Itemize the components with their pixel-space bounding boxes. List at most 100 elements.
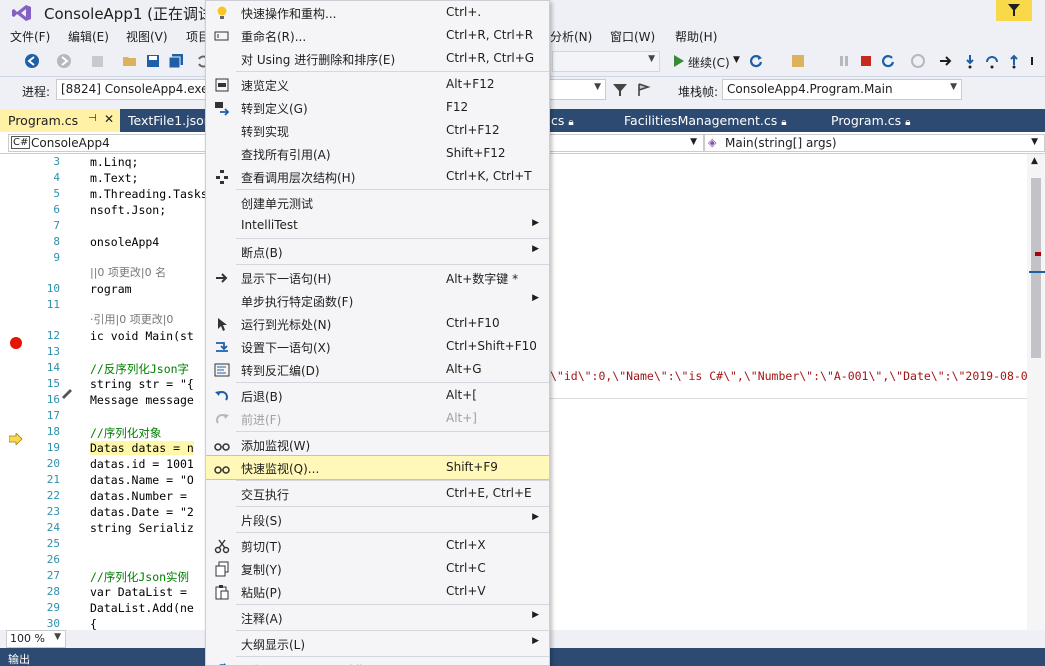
continue-dropdown-icon[interactable]: ▼ xyxy=(733,55,740,65)
menu-item-27[interactable]: 刷新 CodeLens 团队指示器(R) xyxy=(206,658,549,665)
menu-item-20[interactable]: 交互执行 Ctrl+E, Ctrl+E xyxy=(206,482,549,505)
pause-icon[interactable] xyxy=(836,53,852,69)
menu-file[interactable]: 文件(F) xyxy=(10,28,50,45)
tab-program-cs-2[interactable]: Program.cs 🔒︎ xyxy=(823,109,943,132)
back-icon[interactable] xyxy=(24,53,40,69)
menu-item-18[interactable]: 添加监视(W) xyxy=(206,433,549,456)
menu-item-15[interactable]: 转到反汇编(D) Alt+G xyxy=(206,358,549,381)
menu-item-3[interactable]: 速览定义 Alt+F12 xyxy=(206,73,549,96)
restart-icon[interactable] xyxy=(748,53,764,69)
menu-item-25[interactable]: 注释(A) ▶ xyxy=(206,606,549,629)
process-combo-dropdown[interactable]: ▼ xyxy=(550,79,606,100)
menu-item-21[interactable]: 片段(S) ▶ xyxy=(206,508,549,531)
restart-debug-icon[interactable] xyxy=(880,53,896,69)
menu-item-9[interactable]: IntelliTest ▶ xyxy=(206,214,549,237)
save-all-icon[interactable] xyxy=(168,53,184,69)
menu-item-2[interactable]: 对 Using 进行删除和排序(E) Ctrl+R, Ctrl+G xyxy=(206,47,549,70)
scroll-up-icon[interactable]: ▲ xyxy=(1031,156,1038,166)
code-line[interactable]: var DataList = xyxy=(90,585,187,599)
menu-edit[interactable]: 编辑(E) xyxy=(68,28,109,45)
method-icon: ◈ xyxy=(708,136,717,149)
code-line[interactable]: datas.id = 1001 xyxy=(90,457,194,471)
code-line[interactable]: //序列化Json实例 xyxy=(90,569,189,585)
menu-help[interactable]: 帮助(H) xyxy=(675,28,717,45)
open-file-icon[interactable] xyxy=(122,53,138,69)
stackframe-combo[interactable]: ConsoleApp4.Program.Main ▼ xyxy=(722,79,962,100)
tab-label: FacilitiesManagement.cs xyxy=(624,113,778,128)
menu-item-16[interactable]: 后退(B) Alt+[ xyxy=(206,384,549,407)
code-line[interactable]: { xyxy=(90,617,97,630)
menu-item-13[interactable]: 运行到光标处(N) Ctrl+F10 xyxy=(206,312,549,335)
code-line[interactable]: m.Threading.Tasks; xyxy=(90,187,215,201)
hot-reload-icon[interactable] xyxy=(910,53,926,69)
menu-window[interactable]: 窗口(W) xyxy=(610,28,655,45)
code-line[interactable]: ic void Main(st xyxy=(90,329,194,343)
scroll-thumb[interactable] xyxy=(1031,178,1041,358)
menu-item-14[interactable]: 设置下一语句(X) Ctrl+Shift+F10 xyxy=(206,335,549,358)
code-line[interactable]: string str = "{ xyxy=(90,377,194,391)
menu-item-11[interactable]: 显示下一语句(H) Alt+数字键 * xyxy=(206,266,549,289)
menu-item-6[interactable]: 查找所有引用(A) Shift+F12 xyxy=(206,142,549,165)
code-line[interactable]: string Serializ xyxy=(90,521,194,535)
code-line[interactable]: datas.Name = "O xyxy=(90,473,194,487)
breakpoint-icon[interactable] xyxy=(10,337,22,349)
show-next-statement-toolbar-icon[interactable] xyxy=(938,53,954,69)
member-combo[interactable]: ◈ Main(string[] args) ▼ xyxy=(704,134,1045,152)
menu-item-5[interactable]: 转到实现 Ctrl+F12 xyxy=(206,119,549,142)
menu-item-12[interactable]: 单步执行特定函数(F) ▶ xyxy=(206,289,549,312)
zoom-combo[interactable]: 100 % ▼ xyxy=(6,630,66,648)
menu-item-label: 设置下一语句(X) xyxy=(241,341,331,355)
line-number: 26 xyxy=(46,553,60,566)
menu-item-1[interactable]: 重命名(R)... Ctrl+R, Ctrl+R xyxy=(206,24,549,47)
code-line[interactable]: m.Linq; xyxy=(90,155,138,169)
feedback-flag-badge[interactable] xyxy=(996,0,1032,21)
tab-program-cs[interactable]: Program.cs ⊣ ✕ xyxy=(0,109,120,132)
find-icon[interactable] xyxy=(790,53,806,69)
new-project-icon[interactable] xyxy=(90,53,106,69)
menu-item-24[interactable]: 粘贴(P) Ctrl+V xyxy=(206,580,549,603)
code-line[interactable]: DataList.Add(ne xyxy=(90,601,194,615)
continue-button[interactable]: 继续(C) xyxy=(688,54,730,71)
stop-icon[interactable] xyxy=(858,53,874,69)
code-line[interactable]: //反序列化Json字 xyxy=(90,361,189,377)
code-line[interactable]: rogram xyxy=(90,282,132,296)
code-line[interactable]: datas.Number = xyxy=(90,489,187,503)
line-number: 7 xyxy=(53,219,60,232)
menu-analyze[interactable]: 分析(N) xyxy=(550,28,592,45)
tab-textfile1-json[interactable]: TextFile1.json xyxy=(120,109,212,132)
menu-item-22[interactable]: 剪切(T) Ctrl+X xyxy=(206,534,549,557)
step-next-icon[interactable] xyxy=(1028,53,1044,69)
menu-item-8[interactable]: 创建单元测试 xyxy=(206,191,549,214)
thread-flag-icon[interactable] xyxy=(636,82,652,98)
vertical-scrollbar[interactable]: ▲ xyxy=(1027,154,1045,630)
code-line[interactable]: ||0 项更改|0 名 xyxy=(90,264,166,280)
code-line[interactable]: nsoft.Json; xyxy=(90,203,166,217)
code-line[interactable]: Message message xyxy=(90,393,194,407)
menu-item-7[interactable]: 查看调用层次结构(H) Ctrl+K, Ctrl+T xyxy=(206,165,549,188)
menu-item-4[interactable]: 转到定义(G) F12 xyxy=(206,96,549,119)
solution-config-combo[interactable]: ▼ xyxy=(552,51,660,72)
code-line[interactable]: Datas datas = n xyxy=(90,441,194,455)
code-line[interactable]: onsoleApp4 xyxy=(90,235,159,249)
process-combo[interactable]: [8824] ConsoleApp4.exe xyxy=(56,79,206,100)
code-line[interactable]: datas.Date = "2 xyxy=(90,505,194,519)
code-line[interactable]: m.Text; xyxy=(90,171,138,185)
continue-icon[interactable] xyxy=(670,53,686,69)
close-icon[interactable]: ✕ xyxy=(104,112,114,126)
step-into-icon[interactable] xyxy=(962,53,978,69)
menu-item-26[interactable]: 大纲显示(L) ▶ xyxy=(206,632,549,655)
step-out-icon[interactable] xyxy=(1006,53,1022,69)
step-over-icon[interactable] xyxy=(984,53,1000,69)
pin-icon[interactable]: ⊣ xyxy=(88,113,97,124)
code-line[interactable]: //序列化对象 xyxy=(90,425,161,441)
code-line[interactable]: ·引用|0 项更改|0 xyxy=(90,311,173,327)
menu-item-23[interactable]: 复制(Y) Ctrl+C xyxy=(206,557,549,580)
menu-view[interactable]: 视图(V) xyxy=(126,28,168,45)
menu-item-19[interactable]: 快速监视(Q)... Shift+F9 xyxy=(206,455,549,480)
tab-facilities-management-cs[interactable]: FacilitiesManagement.cs 🔒︎ xyxy=(616,109,796,132)
menu-item-10[interactable]: 断点(B) ▶ xyxy=(206,240,549,263)
save-icon[interactable] xyxy=(145,53,161,69)
menu-item-0[interactable]: 快速操作和重构... Ctrl+. xyxy=(206,1,549,24)
filter-icon[interactable] xyxy=(612,82,628,98)
forward-icon[interactable] xyxy=(56,53,72,69)
